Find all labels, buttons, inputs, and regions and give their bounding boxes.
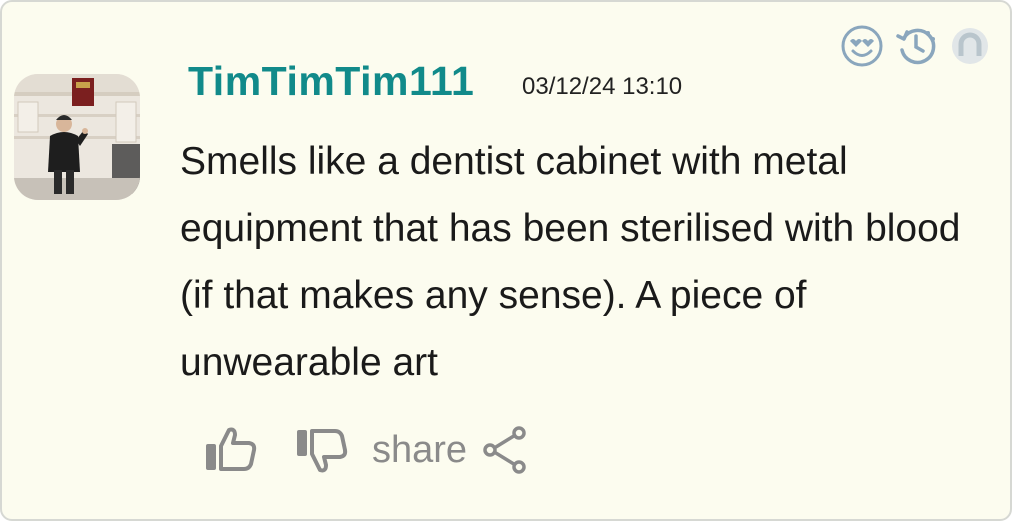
avatar[interactable] (14, 74, 140, 200)
history-clock-icon[interactable] (894, 24, 938, 68)
thumbs-down-icon (297, 429, 348, 473)
comment-timestamp: 03/12/24 13:10 (522, 73, 683, 100)
comment-body: Smells like a dentist cabinet with metal… (180, 140, 961, 384)
thumbs-up-icon (206, 427, 257, 471)
top-icon-bar (840, 24, 992, 68)
comment-card: TimTimTim111 03/12/24 13:10 Smells like … (0, 0, 1012, 521)
share-label: share (372, 428, 468, 471)
share-button[interactable]: share (372, 422, 529, 478)
user-placeholder-icon[interactable] (948, 24, 992, 68)
love-emoji-icon[interactable] (840, 24, 884, 68)
dislike-button[interactable] (294, 422, 350, 478)
like-button[interactable] (202, 422, 260, 478)
avatar-photo (14, 74, 140, 200)
comment-actions: share (202, 422, 529, 478)
comment-author[interactable]: TimTimTim111 (188, 58, 474, 105)
share-icon (483, 426, 526, 474)
